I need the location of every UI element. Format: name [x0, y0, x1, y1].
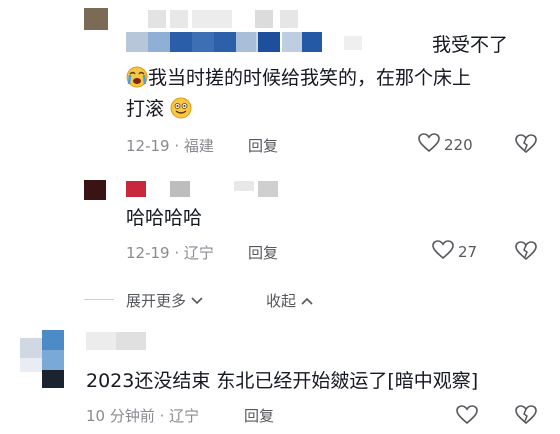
comment-text: 我当时搓的时候给我笑的，在那个床上 [148, 67, 472, 89]
dislike-button[interactable] [515, 241, 537, 265]
dislike-heart-icon [515, 241, 537, 265]
chevron-down-icon [190, 292, 204, 310]
like-button[interactable]: 27 [432, 240, 477, 264]
comment-text: 2023还没结束 东北已经开始皴运了[暗中观察] [86, 370, 479, 392]
username-blurred[interactable] [126, 181, 286, 199]
expand-more-label: 展开更多 [126, 292, 187, 310]
smile-emoji-icon [170, 97, 192, 119]
comment-text-line1: 我当时搓的时候给我笑的，在那个床上 [126, 63, 471, 93]
divider-line [84, 299, 114, 300]
comment-text-line2: 打滚 [126, 94, 192, 124]
like-count: 220 [444, 136, 473, 154]
comment-date-location: 10 分钟前 · 辽宁 [86, 407, 200, 425]
username-blurred[interactable] [86, 332, 146, 352]
collapse-label: 收起 [266, 292, 297, 310]
like-button[interactable] [456, 405, 478, 429]
comment-text: 哈哈哈哈 [126, 207, 203, 229]
dislike-button[interactable] [515, 134, 537, 158]
reply-button[interactable]: 回复 [244, 405, 274, 426]
dislike-heart-icon [515, 405, 537, 429]
avatar[interactable] [20, 330, 64, 390]
like-button[interactable]: 220 [418, 133, 473, 157]
heart-icon [432, 240, 454, 264]
collapse-button[interactable]: 收起 [266, 290, 314, 311]
comment-text: 打滚 [126, 98, 165, 120]
like-count: 27 [458, 243, 478, 261]
avatar[interactable] [84, 180, 106, 200]
expand-more-button[interactable]: 展开更多 [126, 290, 204, 311]
heart-icon [456, 405, 478, 429]
dislike-button[interactable] [515, 405, 537, 429]
heart-icon [418, 133, 440, 157]
reply-mention-blurred[interactable] [126, 32, 426, 52]
reply-prefix-text: 我受不了 [432, 34, 509, 56]
comment-date-location: 12-19 · 辽宁 [126, 244, 214, 262]
comment-date-location: 12-19 · 福建 [126, 137, 214, 155]
avatar[interactable] [84, 8, 108, 30]
dislike-heart-icon [515, 134, 537, 158]
crying-emoji-icon [126, 66, 148, 88]
chevron-up-icon [300, 292, 314, 310]
username-blurred[interactable] [130, 10, 300, 30]
reply-button[interactable]: 回复 [248, 242, 278, 263]
reply-button[interactable]: 回复 [248, 135, 278, 156]
